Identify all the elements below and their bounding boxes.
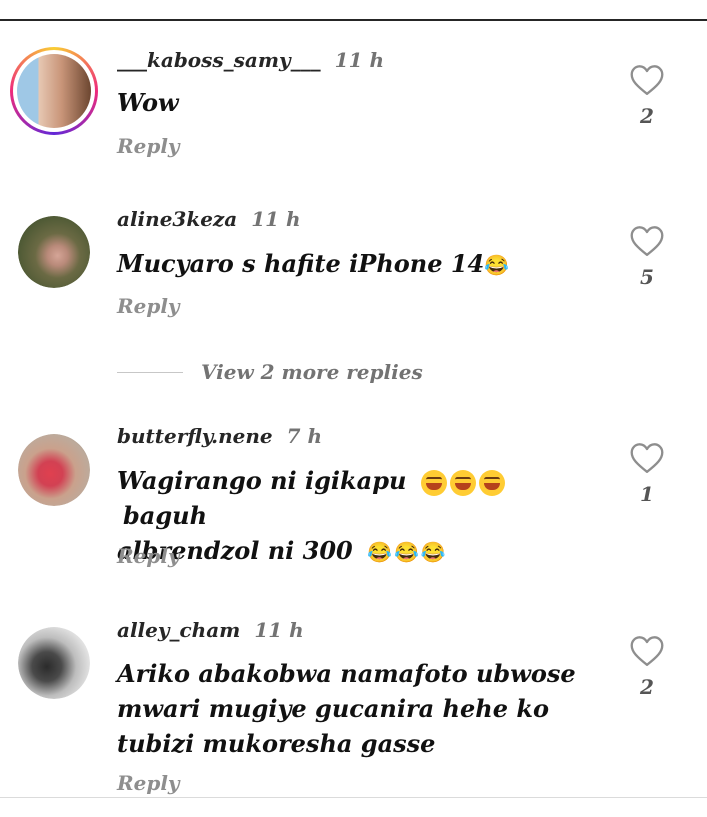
- like-count: 1: [640, 482, 654, 506]
- avatar[interactable]: [18, 434, 90, 506]
- reply-button[interactable]: Reply: [117, 134, 180, 158]
- heart-outline-icon[interactable]: [629, 225, 665, 257]
- username[interactable]: alley_cham: [117, 618, 240, 642]
- heart-outline-icon[interactable]: [629, 635, 665, 667]
- heart-outline-icon[interactable]: [629, 442, 665, 474]
- comment-text: Ariko abakobwa namafoto ubwose mwari mug…: [117, 659, 576, 758]
- avatar[interactable]: [18, 216, 90, 288]
- like-count: 2: [640, 104, 654, 128]
- username[interactable]: butterfly.nene: [117, 424, 273, 448]
- divider-line: [117, 371, 183, 373]
- view-more-replies-label: View 2 more replies: [201, 360, 423, 384]
- laughing-emoji: 😂😂😂: [367, 540, 448, 564]
- username[interactable]: aline3keza: [117, 207, 237, 231]
- laughing-emoji: 😂: [484, 253, 512, 277]
- reply-button[interactable]: Reply: [117, 294, 180, 318]
- reply-button[interactable]: Reply: [117, 544, 180, 568]
- like-control: 2: [628, 64, 666, 128]
- avatar[interactable]: [10, 47, 98, 135]
- comment-text: Wow: [117, 88, 179, 117]
- timestamp: 11 h: [254, 618, 304, 642]
- timestamp: 11 h: [334, 48, 385, 72]
- reply-button[interactable]: Reply: [117, 771, 180, 795]
- like-control: 2: [628, 635, 666, 699]
- like-control: 5: [628, 225, 666, 289]
- view-more-replies-button[interactable]: View 2 more replies: [117, 360, 423, 384]
- bottom-divider: [0, 797, 707, 798]
- top-divider: [0, 0, 707, 21]
- comment-text: Wagirango ni igikapu baguh albrendzol ni…: [117, 463, 577, 570]
- heart-outline-icon[interactable]: [629, 64, 665, 96]
- like-count: 2: [640, 675, 654, 699]
- timestamp: 7 h: [286, 424, 323, 448]
- comment-text: Mucyaro s hafite iPhone 14😂: [117, 249, 512, 278]
- like-control: 1: [628, 442, 666, 506]
- rofl-emoji: [420, 466, 508, 496]
- avatar[interactable]: [18, 627, 90, 699]
- username[interactable]: ___kaboss_samy___: [117, 48, 321, 72]
- timestamp: 11 h: [251, 207, 301, 231]
- like-count: 5: [640, 265, 654, 289]
